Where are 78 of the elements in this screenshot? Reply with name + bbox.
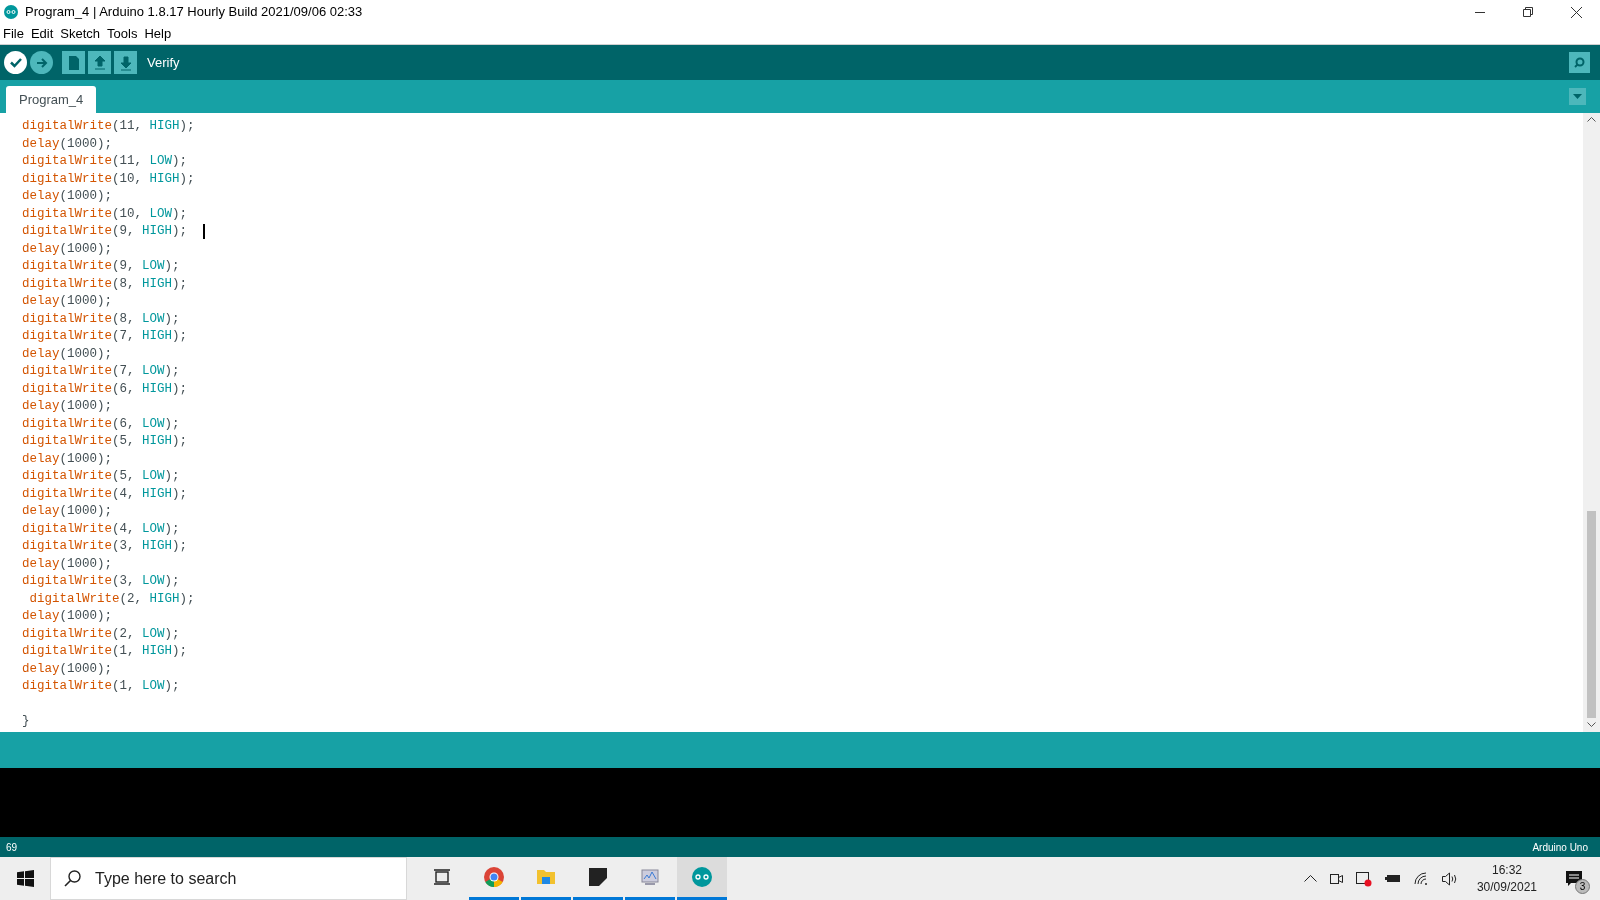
serial-monitor-button[interactable] [1569,52,1590,73]
open-button[interactable] [88,51,111,74]
code-line: delay(1000); [22,188,113,205]
code-line: delay(1000); [22,555,113,573]
code-line: digitalWrite(9, LOW); [22,258,180,275]
chevron-up-icon[interactable] [1303,875,1317,882]
app-logo-icon [4,5,18,19]
task-view-icon [432,867,452,887]
code-line: digitalWrite(9, HIGH); [22,223,188,240]
scrollbar-thumb[interactable] [1587,510,1596,718]
line-number: 69 [6,840,18,855]
code-line: digitalWrite(2, HIGH); [28,590,195,608]
code-line: digitalWrite(7, HIGH); [22,328,188,345]
code-line: delay(1000); [22,608,113,625]
wifi-icon[interactable] [1413,872,1429,885]
magnifier-icon [1572,56,1587,69]
editor-tab[interactable]: Program_4 [6,86,97,113]
verify-button[interactable] [4,51,27,74]
menu-item[interactable]: Edit [30,24,54,44]
code-line: digitalWrite(6, HIGH); [22,380,188,398]
browser-icon [484,867,504,887]
window-title: Program_4 | Arduino 1.8.17 Hourly Build 2021/09/06 02:33 [25,3,363,22]
code-line: digitalWrite(1, HIGH); [22,643,188,660]
restore-icon [1523,7,1533,17]
chat-bubble-icon [1566,870,1582,887]
code-line: delay(1000); [22,450,113,468]
folder-icon [536,867,556,887]
code-line: delay(1000); [22,398,113,415]
menu-item[interactable]: Tools [107,24,138,44]
code-line: digitalWrite(1, LOW); [22,678,180,695]
code-line: digitalWrite(8, HIGH); [22,275,188,293]
code-line: digitalWrite(8, LOW); [22,310,180,328]
close-icon [1570,6,1582,18]
menu-item[interactable]: Help [144,24,172,44]
code-line: digitalWrite(5, HIGH); [22,433,188,450]
code-line: delay(1000); [22,503,113,520]
board-name: Arduino Uno [1532,840,1588,855]
code-line: delay(1000); [22,240,113,258]
code-line: digitalWrite(11, LOW); [22,153,188,170]
code-line: digitalWrite(10, HIGH); [22,170,195,188]
toolbar-hint: Verify [147,53,180,72]
code-line: digitalWrite(10, LOW); [22,205,188,223]
recording-icon[interactable] [1355,870,1372,887]
note-icon [588,867,608,887]
camera-icon[interactable] [1329,871,1343,886]
upload-button[interactable] [30,51,53,74]
save-button[interactable] [114,51,137,74]
code-line: delay(1000); [22,293,113,310]
code-line: digitalWrite(7, LOW); [22,363,180,380]
minimize-icon [1475,11,1485,13]
clock[interactable]: 16:32 30/09/2021 [1470,861,1543,896]
monitor-icon [640,867,660,887]
code-line: delay(1000); [22,135,113,153]
menu-item[interactable]: File [3,24,24,44]
tab-menu-button[interactable] [1569,88,1586,105]
code-line: digitalWrite(3, HIGH); [22,538,188,555]
menu-item[interactable]: Sketch [60,24,101,44]
notifications-button[interactable]: 3 [1556,863,1592,894]
scroll-up-icon [1587,117,1596,122]
speaker-icon[interactable] [1441,871,1458,886]
code-line: digitalWrite(2, LOW); [22,625,180,643]
code-line: delay(1000); [22,345,113,363]
new-button[interactable] [62,51,85,74]
code-line: digitalWrite(11, HIGH); [22,118,195,135]
search-icon [64,870,81,887]
code-line: digitalWrite(5, LOW); [22,468,180,485]
caret-icon [1573,94,1582,99]
battery-icon[interactable] [1384,874,1401,883]
code-line: } [22,713,30,730]
code-line: digitalWrite(3, LOW); [22,573,180,590]
windows-logo-icon [16,870,34,887]
scroll-down-icon [1587,722,1596,727]
infinity-logo-icon [692,867,712,887]
code-line: digitalWrite(4, HIGH); [22,485,188,503]
search-field[interactable]: Type here to search [50,857,407,900]
code-line: digitalWrite(6, LOW); [22,415,180,433]
code-line: delay(1000); [22,660,113,678]
code-line: digitalWrite(4, LOW); [22,520,180,538]
